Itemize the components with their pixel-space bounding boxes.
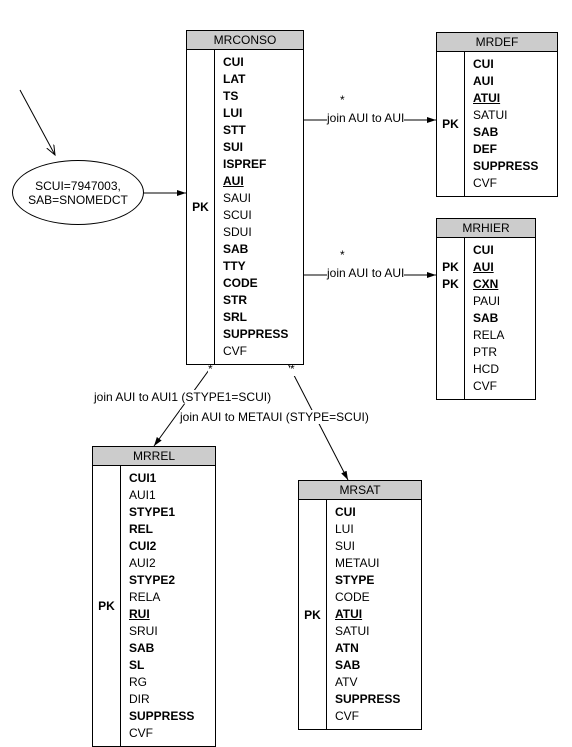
field-cui: CUI <box>335 504 400 521</box>
field-saui: SAUI <box>223 190 288 207</box>
field-cui: CUI <box>473 56 538 73</box>
pk-label: PK <box>98 599 115 613</box>
field-code: CODE <box>223 275 288 292</box>
field-stt: STT <box>223 122 288 139</box>
field-rui: RUI <box>129 606 194 623</box>
fields-mrhier: CUIAUICXNPAUISABRELAPTRHCDCVF <box>465 238 512 399</box>
field-sab: SAB <box>223 241 288 258</box>
input-line1: SCUI=7947003, <box>35 179 121 193</box>
star-top: * <box>340 93 345 107</box>
entity-mrhier: MRHIER PK PK CUIAUICXNPAUISABRELAPTRHCDC… <box>436 218 536 400</box>
field-scui: SCUI <box>223 207 288 224</box>
field-dir: DIR <box>129 691 194 708</box>
field-paui: PAUI <box>473 293 504 310</box>
field-srl: SRL <box>223 309 288 326</box>
fields-mrrel: CUI1AUI1STYPE1RELCUI2AUI2STYPE2RELARUISR… <box>121 466 202 746</box>
join-label-mrhier: join AUI to AUI <box>327 266 404 280</box>
field-ptr: PTR <box>473 344 504 361</box>
field-sdui: SDUI <box>223 224 288 241</box>
input-line2: SAB=SNOMEDCT <box>28 193 128 207</box>
pk-label1: PK <box>442 259 459 276</box>
join-label-mrsat: join AUI to METAUI (STYPE=SCUI) <box>180 410 369 424</box>
entity-mrsat: MRSAT PK CUILUISUIMETAUISTYPECODEATUISAT… <box>298 480 422 730</box>
fields-mrconso: CUILATTSLUISTTSUIISPREFAUISAUISCUISDUISA… <box>215 50 296 364</box>
star-mid: * <box>340 248 345 262</box>
field-code: CODE <box>335 589 400 606</box>
field-sab: SAB <box>129 640 194 657</box>
join-label-mrdef: join AUI to AUI <box>327 111 404 125</box>
field-atn: ATN <box>335 640 400 657</box>
field-cxn: CXN <box>473 276 504 293</box>
field-cui: CUI <box>473 242 504 259</box>
field-suppress: SUPPRESS <box>473 158 538 175</box>
field-aui: AUI <box>473 73 538 90</box>
field-aui1: AUI1 <box>129 487 194 504</box>
field-sab: SAB <box>335 657 400 674</box>
field-aui: AUI <box>223 173 288 190</box>
field-cvf: CVF <box>473 175 538 192</box>
field-cui2: CUI2 <box>129 538 194 555</box>
entity-mrconso: MRCONSO PK CUILATTSLUISTTSUIISPREFAUISAU… <box>186 30 304 365</box>
field-cui1: CUI1 <box>129 470 194 487</box>
field-rg: RG <box>129 674 194 691</box>
field-satui: SATUI <box>473 107 538 124</box>
fields-mrsat: CUILUISUIMETAUISTYPECODEATUISATUIATNSABA… <box>327 500 408 729</box>
input-node: SCUI=7947003, SAB=SNOMEDCT <box>12 160 144 225</box>
pk-label2: PK <box>442 276 459 293</box>
field-def: DEF <box>473 141 538 158</box>
field-sui: SUI <box>335 538 400 555</box>
field-suppress: SUPPRESS <box>129 708 194 725</box>
entity-mrhier-title: MRHIER <box>437 219 535 238</box>
pk-label: PK <box>304 608 321 622</box>
join-label-mrrel: join AUI to AUI1 (STYPE1=SCUI) <box>94 390 271 404</box>
entity-mrdef: MRDEF PK CUIAUIATUISATUISABDEFSUPPRESSCV… <box>436 32 558 197</box>
entity-mrrel: MRREL PK CUI1AUI1STYPE1RELCUI2AUI2STYPE2… <box>92 446 216 747</box>
field-rela: RELA <box>129 589 194 606</box>
field-atui: ATUI <box>473 90 538 107</box>
pk-label: PK <box>192 200 209 214</box>
field-cvf: CVF <box>335 708 400 725</box>
field-cvf: CVF <box>223 343 288 360</box>
field-cvf: CVF <box>129 725 194 742</box>
entity-mrdef-title: MRDEF <box>437 33 557 52</box>
field-hcd: HCD <box>473 361 504 378</box>
field-lui: LUI <box>335 521 400 538</box>
entity-mrconso-title: MRCONSO <box>187 31 303 50</box>
field-sl: SL <box>129 657 194 674</box>
field-sab: SAB <box>473 310 504 327</box>
field-atv: ATV <box>335 674 400 691</box>
field-aui2: AUI2 <box>129 555 194 572</box>
field-cvf: CVF <box>473 378 504 395</box>
field-ts: TS <box>223 88 288 105</box>
field-rela: RELA <box>473 327 504 344</box>
field-suppress: SUPPRESS <box>335 691 400 708</box>
field-atui: ATUI <box>335 606 400 623</box>
field-srui: SRUI <box>129 623 194 640</box>
field-suppress: SUPPRESS <box>223 326 288 343</box>
field-metaui: METAUI <box>335 555 400 572</box>
field-stype2: STYPE2 <box>129 572 194 589</box>
field-sui: SUI <box>223 139 288 156</box>
field-ispref: ISPREF <box>223 156 288 173</box>
field-aui: AUI <box>473 259 504 276</box>
field-str: STR <box>223 292 288 309</box>
field-lui: LUI <box>223 105 288 122</box>
field-rel: REL <box>129 521 194 538</box>
field-satui: SATUI <box>335 623 400 640</box>
entity-mrrel-title: MRREL <box>93 447 215 466</box>
field-stype: STYPE <box>335 572 400 589</box>
field-sab: SAB <box>473 124 538 141</box>
field-stype1: STYPE1 <box>129 504 194 521</box>
pk-label: PK <box>442 117 459 131</box>
field-cui: CUI <box>223 54 288 71</box>
field-tty: TTY <box>223 258 288 275</box>
entity-mrsat-title: MRSAT <box>299 481 421 500</box>
fields-mrdef: CUIAUIATUISATUISABDEFSUPPRESSCVF <box>465 52 546 196</box>
field-lat: LAT <box>223 71 288 88</box>
